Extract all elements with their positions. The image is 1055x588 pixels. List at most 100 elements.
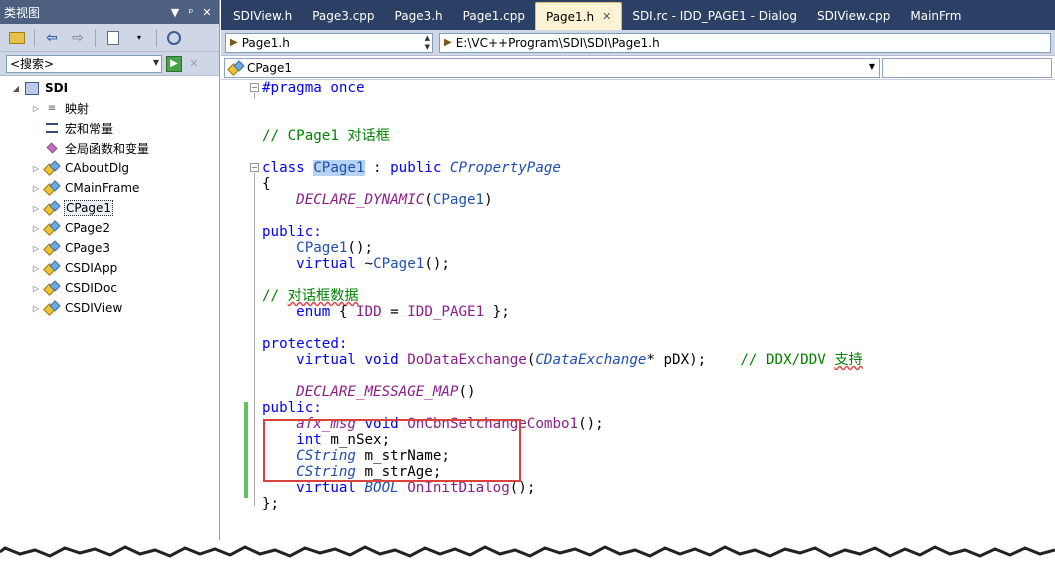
tree-item-csdiview[interactable]: ▷ CSDIView [0, 298, 220, 318]
spinner-icon[interactable]: ▲ ▼ [425, 34, 430, 52]
back-button[interactable]: ⇦ [41, 28, 63, 48]
class-view-title: 类视图 [4, 5, 41, 20]
close-icon[interactable]: ✕ [199, 6, 215, 19]
code-line[interactable]: protected: [262, 336, 863, 352]
dropdown-icon[interactable]: ▼ [167, 6, 183, 19]
expand-arrow-icon[interactable]: ▷ [30, 304, 42, 313]
code-line[interactable] [262, 320, 863, 336]
code-line[interactable]: public: [262, 400, 863, 416]
code-line[interactable]: CPage1(); [262, 240, 863, 256]
class-view-toolbar: ⇦ ⇨ ▾ [0, 24, 219, 52]
forward-button[interactable]: ⇨ [67, 28, 89, 48]
code-editor[interactable]: − − #pragma once // CPage1 对话框 class CPage… [221, 80, 1055, 548]
tree-item-caboutdlg[interactable]: ▷ CAboutDlg [0, 158, 220, 178]
settings-button[interactable] [102, 28, 124, 48]
tab-sdiview-h[interactable]: SDIView.h [223, 2, 302, 30]
search-row: <搜索> ▼ ▶ ✕ [0, 52, 219, 76]
code-line[interactable]: class CPage1 : public CPropertyPage [262, 160, 863, 176]
tree-item-全局函数和变量[interactable]: 全局函数和变量 [0, 138, 220, 158]
tree-item-宏和常量[interactable]: 宏和常量 [0, 118, 220, 138]
expand-arrow-icon[interactable]: ▷ [30, 264, 42, 273]
code-token: public [390, 160, 450, 176]
search-go-button[interactable]: ▶ [166, 55, 182, 72]
code-line[interactable]: virtual void DoDataExchange(CDataExchang… [262, 352, 863, 368]
tab-page3-h[interactable]: Page3.h [385, 2, 453, 30]
code-line[interactable]: public: [262, 224, 863, 240]
code-line[interactable]: enum { IDD = IDD_PAGE1 }; [262, 304, 863, 320]
expand-arrow-icon[interactable]: ▷ [30, 104, 42, 113]
class-icon [45, 282, 59, 294]
tree-item-label: 全局函数和变量 [65, 141, 150, 156]
code-line[interactable]: virtual ~CPage1(); [262, 256, 863, 272]
expand-arrow-icon[interactable]: ▷ [30, 224, 42, 233]
tree-item-cmainframe[interactable]: ▷ CMainFrame [0, 178, 220, 198]
chevron-down-icon[interactable]: ▼ [153, 58, 159, 67]
clear-search-button[interactable]: ✕ [186, 56, 202, 72]
code-line[interactable]: // 对话框数据 [262, 288, 863, 304]
toolbar-divider [34, 28, 35, 47]
arrow-right-icon: ⇨ [72, 29, 84, 46]
expand-arrow-icon[interactable]: ▷ [30, 164, 42, 173]
file-path-field[interactable]: ▶ E:\VC++Program\SDI\SDI\Page1.h [439, 32, 1051, 53]
code-line[interactable]: DECLARE_MESSAGE_MAP() [262, 384, 863, 400]
tab-sdi-rc-idd-page1-dialog[interactable]: SDI.rc - IDD_PAGE1 - Dialog [622, 2, 807, 30]
toolbar-divider [95, 28, 96, 47]
tree-item-cpage1[interactable]: ▷ CPage1 [0, 198, 220, 218]
class-selector[interactable]: CPage1 ▼ [224, 57, 880, 78]
tab-page1-cpp[interactable]: Page1.cpp [453, 2, 535, 30]
code-line[interactable]: }; [262, 496, 863, 512]
code-line[interactable] [262, 368, 863, 384]
folder-icon [9, 31, 25, 44]
map-icon: ≡ [44, 101, 60, 115]
collapse-arrow-icon[interactable]: ◢ [10, 84, 22, 93]
file-selector[interactable]: ▶ Page1.h ▲ ▼ [225, 32, 433, 53]
code-line[interactable] [262, 144, 863, 160]
code-line[interactable] [262, 272, 863, 288]
expand-arrow-icon[interactable]: ▷ [30, 184, 42, 193]
fold-collapse-icon[interactable]: − [250, 163, 259, 172]
map-icon: ≡ [47, 102, 57, 114]
code-line[interactable] [262, 112, 863, 128]
find-symbol-button[interactable] [163, 28, 185, 48]
tab-page3-cpp[interactable]: Page3.cpp [302, 2, 384, 30]
code-token: void [364, 352, 408, 368]
close-tab-icon[interactable]: ✕ [602, 10, 611, 23]
macro-icon [46, 123, 58, 133]
tree-item-sdi[interactable]: ◢ SDI [0, 78, 220, 98]
tree-item-映射[interactable]: ▷ ≡ 映射 [0, 98, 220, 118]
tree-item-csdidoc[interactable]: ▷ CSDIDoc [0, 278, 220, 298]
new-folder-button[interactable] [6, 28, 28, 48]
code-line[interactable]: #pragma once [262, 80, 863, 96]
code-line[interactable]: DECLARE_DYNAMIC(CPage1) [262, 192, 863, 208]
code-line[interactable]: virtual BOOL OnInitDialog(); [262, 480, 863, 496]
tab-page1-h[interactable]: Page1.h ✕ [535, 2, 623, 30]
search-input[interactable]: <搜索> ▼ [6, 54, 162, 73]
code-line[interactable] [262, 208, 863, 224]
member-selector[interactable] [882, 57, 1052, 78]
tree-item-cpage2[interactable]: ▷ CPage2 [0, 218, 220, 238]
tab-label: SDIView.h [233, 9, 293, 23]
code-token: ) [484, 192, 493, 208]
settings-dropdown-button[interactable]: ▾ [128, 28, 150, 48]
pin-icon[interactable]: ᵖ [183, 6, 199, 19]
code-line[interactable] [262, 96, 863, 112]
class-icon [229, 62, 243, 74]
tree-item-csdiapp[interactable]: ▷ CSDIApp [0, 258, 220, 278]
expand-arrow-icon[interactable]: ▷ [30, 204, 42, 213]
tab-sdiview-cpp[interactable]: SDIView.cpp [807, 2, 900, 30]
chevron-down-icon[interactable]: ▼ [869, 62, 875, 71]
code-token: enum [296, 304, 339, 320]
tree-item-cpage3[interactable]: ▷ CPage3 [0, 238, 220, 258]
fold-collapse-icon[interactable]: − [250, 83, 259, 92]
code-token: : [364, 160, 391, 176]
tab-mainfrm[interactable]: MainFrm [900, 2, 971, 30]
expand-arrow-icon[interactable]: ▷ [30, 244, 42, 253]
global-icon [44, 141, 60, 155]
code-line[interactable]: // CPage1 对话框 [262, 128, 863, 144]
expand-arrow-icon[interactable]: ▷ [30, 284, 42, 293]
class-icon [45, 182, 59, 194]
code-line[interactable]: { [262, 176, 863, 192]
